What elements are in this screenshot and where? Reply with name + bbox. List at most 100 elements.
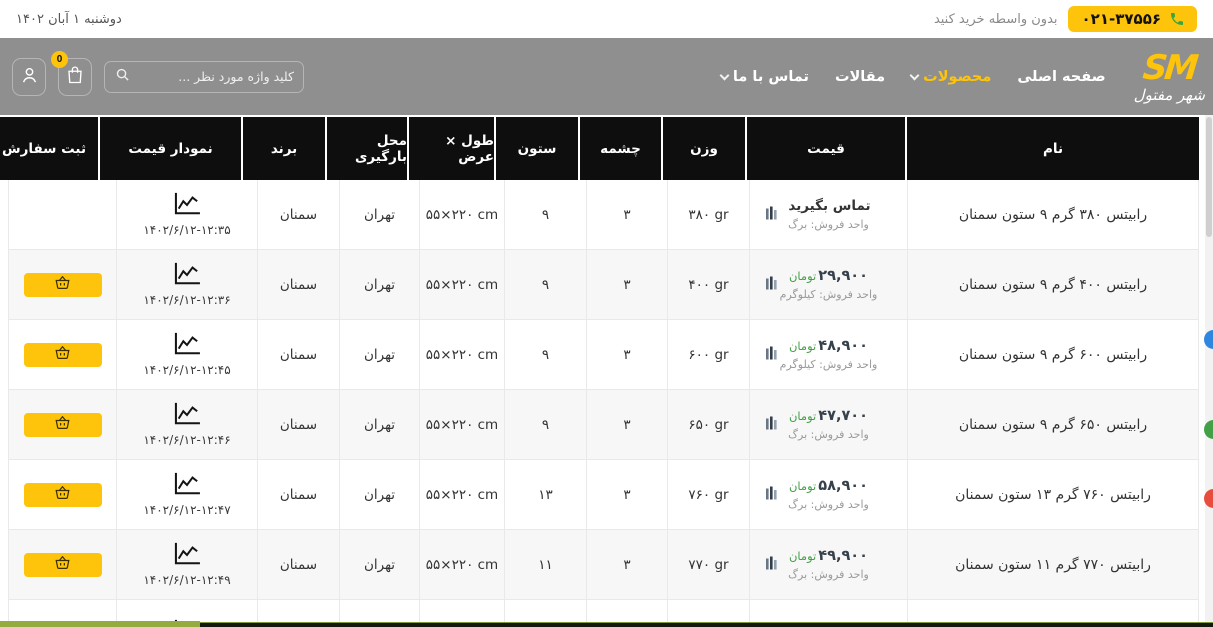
weight-value: ۷۷۰ gr <box>667 530 749 599</box>
product-name: رابیتس ۶۵۰ گرم ۹ ستون سمنان <box>907 390 1199 459</box>
current-date: دوشنبه ۱ آبان ۱۴۰۲ <box>16 12 122 27</box>
cart-button[interactable]: 0 <box>58 58 92 96</box>
search-input[interactable] <box>138 69 294 84</box>
col-header-columns: ستون <box>496 117 578 180</box>
price-value: ۲۹,۹۰۰ <box>818 268 868 284</box>
price-value: ۵۸,۹۰۰ <box>818 478 868 494</box>
price-chart-link[interactable]: ۱۴۰۲/۶/۱۲-۱۲:۴۵ <box>143 332 230 377</box>
add-to-cart-button[interactable] <box>24 273 102 297</box>
nav-item-articles[interactable]: مقالات <box>835 69 885 85</box>
price-chart-link[interactable]: ۱۴۰۲/۶/۱۲-۱۲:۴۶ <box>143 402 230 447</box>
search-box[interactable] <box>104 61 304 93</box>
vertical-scrollbar[interactable] <box>1205 115 1213 627</box>
logo-name: شهر مفتول <box>1134 87 1205 103</box>
add-to-cart-button[interactable] <box>24 343 102 367</box>
nav-item-contact[interactable]: تماس با ما <box>721 69 809 85</box>
header-left-group: 0 <box>12 58 304 96</box>
price-currency: تومان <box>789 479 816 493</box>
brand-value: سمنان <box>257 320 339 389</box>
price-chart-cell: ۱۴۰۲/۶/۱۲-۱۲:۳۶ <box>116 250 257 319</box>
add-to-cart-button[interactable] <box>24 483 102 507</box>
price-chart-link[interactable]: ۱۴۰۲/۶/۱۲-۱۲:۳۶ <box>143 262 230 307</box>
sale-unit: واحد فروش: برگ <box>788 218 869 231</box>
columns-value: ۹ <box>504 320 586 389</box>
sale-unit: واحد فروش: کیلوگرم <box>780 288 878 301</box>
search-icon <box>115 67 130 86</box>
shopping-bag-icon <box>66 65 84 88</box>
order-cell <box>8 530 116 599</box>
weight-value: ۴۰۰ gr <box>667 250 749 319</box>
size-value: ۵۵×۲۲۰ cm <box>419 390 504 459</box>
price-chart-date: ۱۴۰۲/۶/۱۲-۱۲:۳۵ <box>143 223 230 237</box>
loading-place-value: تهران <box>339 320 419 389</box>
bottom-strip <box>0 621 1213 627</box>
col-header-order: ثبت سفارش <box>0 117 98 180</box>
price-bars-icon[interactable] <box>766 556 777 573</box>
price-value: تماس بگیرید <box>788 198 870 214</box>
price-chart-link[interactable]: ۱۴۰۲/۶/۱۲-۱۲:۳۵ <box>143 192 230 237</box>
chevron-down-icon <box>719 70 729 80</box>
order-cell <box>8 250 116 319</box>
mesh-value: ۳ <box>586 180 667 249</box>
price-value: ۴۸,۹۰۰ <box>818 338 868 354</box>
price-cell: تماس بگیرید واحد فروش: برگ <box>749 180 907 249</box>
price-currency: تومان <box>789 269 816 283</box>
loading-place-value: تهران <box>339 390 419 459</box>
bottom-strip-olive <box>0 621 200 627</box>
line-chart-icon <box>173 472 201 500</box>
basket-icon <box>55 486 70 503</box>
basket-icon <box>55 416 70 433</box>
phone-badge[interactable]: ۰۲۱-۳۷۵۵۶ <box>1068 6 1197 32</box>
account-button[interactable] <box>12 58 46 96</box>
col-header-size: طول × عرض <box>409 117 494 180</box>
basket-icon <box>55 276 70 293</box>
size-value: ۵۵×۲۲۰ cm <box>419 460 504 529</box>
weight-value: ۶۰۰ gr <box>667 320 749 389</box>
line-chart-icon <box>173 262 201 290</box>
loading-place-value: تهران <box>339 460 419 529</box>
nav-item-products[interactable]: محصولات <box>911 69 991 85</box>
size-value: ۵۵×۲۲۰ cm <box>419 320 504 389</box>
size-value: ۵۵×۲۲۰ cm <box>419 250 504 319</box>
add-to-cart-button[interactable] <box>24 553 102 577</box>
price-chart-link[interactable]: ۱۴۰۲/۶/۱۲-۱۲:۴۷ <box>143 472 230 517</box>
sale-unit: واحد فروش: برگ <box>788 428 869 441</box>
price-cell: ۴۸,۹۰۰ تومان واحد فروش: کیلوگرم <box>749 320 907 389</box>
phone-number: ۰۲۱-۳۷۵۵۶ <box>1082 10 1161 28</box>
basket-icon <box>55 346 70 363</box>
scrollbar-thumb[interactable] <box>1206 117 1212 237</box>
price-bars-icon[interactable] <box>766 276 777 293</box>
table-row: رابیتس ۳۸۰ گرم ۹ ستون سمنان تماس بگیرید … <box>8 180 1199 250</box>
price-bars-icon[interactable] <box>766 346 777 363</box>
loading-place-value: تهران <box>339 250 419 319</box>
size-value: ۵۵×۲۲۰ cm <box>419 180 504 249</box>
table-header-row: نام قیمت وزن چشمه ستون طول × عرض محل بار… <box>8 117 1199 180</box>
mesh-value: ۳ <box>586 390 667 459</box>
main-nav: صفحه اصلی محصولات مقالات تماس با ما <box>721 69 1106 85</box>
phone-group: ۰۲۱-۳۷۵۵۶ بدون واسطه خرید کنید <box>934 6 1197 32</box>
columns-value: ۹ <box>504 250 586 319</box>
site-logo[interactable]: SM شهر مفتول <box>1134 51 1205 103</box>
price-chart-date: ۱۴۰۲/۶/۱۲-۱۲:۴۶ <box>143 433 230 447</box>
columns-value: ۱۱ <box>504 530 586 599</box>
price-currency: تومان <box>789 409 816 423</box>
price-chart-date: ۱۴۰۲/۶/۱۲-۱۲:۳۶ <box>143 293 230 307</box>
add-to-cart-button[interactable] <box>24 413 102 437</box>
price-bars-icon[interactable] <box>766 206 777 223</box>
main-header: SM شهر مفتول صفحه اصلی محصولات مقالات تم… <box>0 38 1213 115</box>
weight-value: ۳۸۰ gr <box>667 180 749 249</box>
sale-unit: واحد فروش: کیلوگرم <box>780 358 878 371</box>
brand-value: سمنان <box>257 250 339 319</box>
order-cell <box>8 390 116 459</box>
nav-item-home[interactable]: صفحه اصلی <box>1017 69 1105 85</box>
price-bars-icon[interactable] <box>766 486 777 503</box>
price-chart-link[interactable]: ۱۴۰۲/۶/۱۲-۱۲:۴۹ <box>143 542 230 587</box>
line-chart-icon <box>173 192 201 220</box>
top-utility-bar: ۰۲۱-۳۷۵۵۶ بدون واسطه خرید کنید دوشنبه ۱ … <box>0 0 1213 38</box>
col-header-brand: برند <box>243 117 325 180</box>
col-header-price-chart: نمودار قیمت <box>100 117 241 180</box>
price-bars-icon[interactable] <box>766 416 777 433</box>
order-cell <box>8 460 116 529</box>
price-chart-cell: ۱۴۰۲/۶/۱۲-۱۲:۴۶ <box>116 390 257 459</box>
col-header-loading-place: محل بارگیری <box>327 117 407 180</box>
